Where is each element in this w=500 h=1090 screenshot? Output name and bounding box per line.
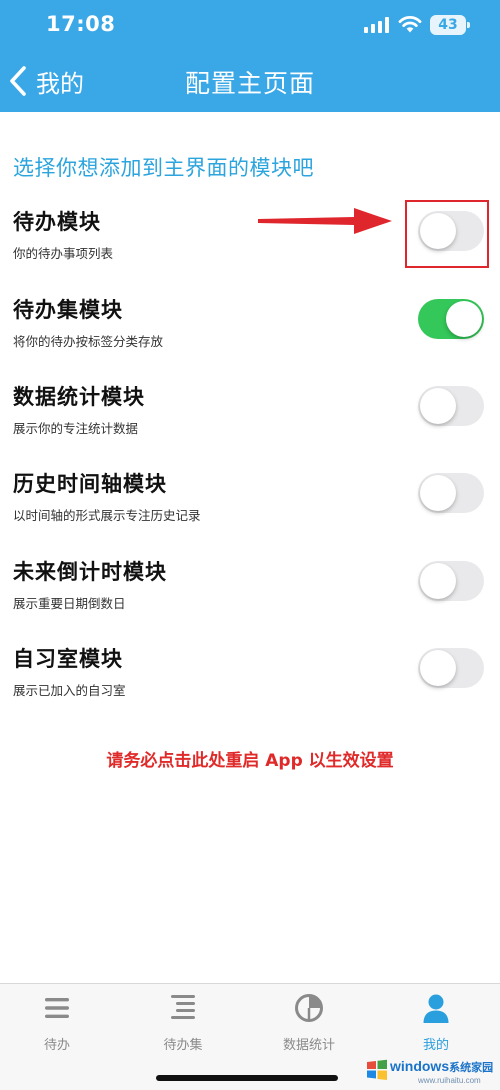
back-label: 我的 xyxy=(36,69,84,98)
tab-todo-set[interactable]: 待办集 xyxy=(128,990,238,1060)
annotation-highlight-box xyxy=(405,200,489,268)
todo-list-icon xyxy=(45,998,69,1018)
watermark-url: www.ruihaitu.com xyxy=(418,1076,481,1085)
module-description: 展示你的专注统计数据 xyxy=(13,421,139,436)
module-title: 数据统计模块 xyxy=(13,385,145,409)
module-title: 自习室模块 xyxy=(13,647,123,671)
pie-chart-icon xyxy=(295,994,323,1022)
toggle-knob xyxy=(446,301,482,337)
section-heading: 选择你想添加到主界面的模块吧 xyxy=(13,156,314,180)
signal-icon xyxy=(364,17,390,33)
module-title: 待办模块 xyxy=(13,210,101,234)
phone-screen: 17:08 43 我的 配置主页面 选择你想添加到主界面的模块吧 待办模块 你的… xyxy=(0,0,500,1090)
statistics-module-toggle[interactable] xyxy=(418,386,484,426)
profile-icon xyxy=(423,994,449,1023)
module-row-timeline: 历史时间轴模块 以时间轴的形式展示专注历史记录 xyxy=(0,468,500,550)
watermark-suffix: 系统家园 xyxy=(449,1062,494,1074)
chevron-left-icon xyxy=(10,66,26,96)
study-room-module-toggle[interactable] xyxy=(418,648,484,688)
top-navigation-bar: 17:08 43 我的 配置主页面 xyxy=(0,0,500,112)
timeline-module-toggle[interactable] xyxy=(418,473,484,513)
module-row-countdown: 未来倒计时模块 展示重要日期倒数日 xyxy=(0,556,500,638)
restart-app-link[interactable]: 请务必点击此处重启 App 以生效设置 xyxy=(0,746,500,771)
toggle-knob xyxy=(420,563,456,599)
module-description: 展示已加入的自习室 xyxy=(13,683,126,698)
todo-set-module-toggle[interactable] xyxy=(418,299,484,339)
tab-label: 待办 xyxy=(43,1038,70,1053)
countdown-module-toggle[interactable] xyxy=(418,561,484,601)
module-description: 以时间轴的形式展示专注历史记录 xyxy=(13,508,201,523)
module-row-statistics: 数据统计模块 展示你的专注统计数据 xyxy=(0,381,500,463)
tab-statistics[interactable]: 数据统计 xyxy=(254,990,364,1060)
wifi-icon xyxy=(398,16,422,33)
module-title: 待办集模块 xyxy=(13,298,123,322)
module-title: 历史时间轴模块 xyxy=(13,472,167,496)
toggle-knob xyxy=(420,650,456,686)
tab-label: 我的 xyxy=(422,1038,449,1053)
battery-icon: 43 xyxy=(430,15,470,35)
back-button[interactable]: 我的 xyxy=(4,62,84,100)
toggle-knob xyxy=(420,388,456,424)
toggle-knob xyxy=(420,475,456,511)
todo-set-icon xyxy=(171,995,195,1019)
windows-logo-icon xyxy=(367,1059,387,1080)
module-title: 未来倒计时模块 xyxy=(13,560,167,584)
status-time: 17:08 xyxy=(46,12,116,36)
module-row-todo-set: 待办集模块 将你的待办按标签分类存放 xyxy=(0,294,500,376)
module-row-study-room: 自习室模块 展示已加入的自习室 xyxy=(0,643,500,725)
watermark-text: windows系统家园 xyxy=(390,1058,493,1075)
module-description: 将你的待办按标签分类存放 xyxy=(13,334,164,349)
tab-profile[interactable]: 我的 xyxy=(381,990,491,1060)
home-indicator[interactable] xyxy=(156,1075,338,1081)
module-description: 展示重要日期倒数日 xyxy=(13,596,126,611)
annotation-arrow-icon xyxy=(258,208,392,234)
module-description: 你的待办事项列表 xyxy=(13,246,114,261)
tab-label: 待办集 xyxy=(163,1038,203,1053)
tab-todo[interactable]: 待办 xyxy=(2,990,112,1060)
watermark: windows系统家园 www.ruihaitu.com xyxy=(366,1056,498,1088)
tab-label: 数据统计 xyxy=(282,1038,335,1053)
watermark-brand: windows xyxy=(390,1058,450,1074)
